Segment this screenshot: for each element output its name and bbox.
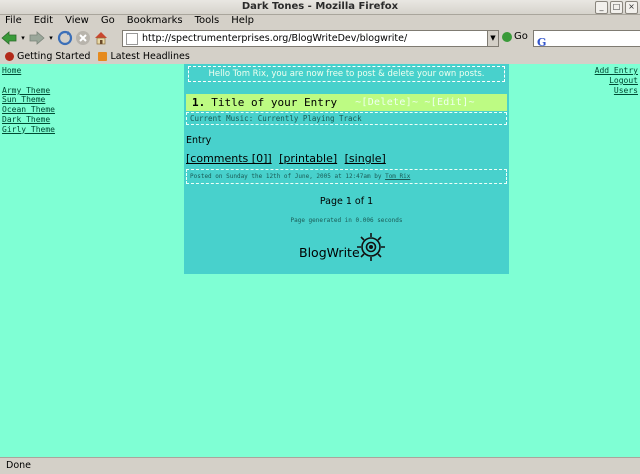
printable-link[interactable]: [printable] bbox=[279, 152, 337, 165]
home-link[interactable]: Home bbox=[2, 66, 55, 76]
reload-icon[interactable] bbox=[56, 29, 74, 47]
menu-bar: File Edit View Go Bookmarks Tools Help bbox=[0, 14, 640, 28]
sun-theme-link[interactable]: Sun Theme bbox=[2, 95, 55, 105]
go-icon bbox=[502, 31, 512, 42]
menu-tools[interactable]: Tools bbox=[195, 14, 220, 28]
logout-link[interactable]: Logout bbox=[595, 76, 638, 86]
stop-icon[interactable] bbox=[74, 29, 92, 47]
window-title: Dark Tones - Mozilla Firefox bbox=[241, 1, 399, 12]
pagination: Page 1 of 1 bbox=[319, 196, 374, 207]
maximize-icon[interactable]: □ bbox=[610, 1, 623, 14]
minimize-icon[interactable]: _ bbox=[595, 1, 608, 14]
status-bar: Done bbox=[0, 457, 640, 474]
entry-body: Entry bbox=[186, 135, 212, 146]
bookmark-label: Getting Started bbox=[17, 50, 91, 62]
menu-edit[interactable]: Edit bbox=[34, 14, 53, 28]
page-content: Home Army Theme Sun Theme Ocean Theme Da… bbox=[0, 64, 640, 457]
url-text: http://spectrumenterprises.org/BlogWrite… bbox=[142, 33, 408, 44]
menu-go[interactable]: Go bbox=[101, 14, 115, 28]
back-dropdown-icon[interactable]: ▾ bbox=[18, 29, 28, 47]
entry-title-bar: 1. Title of your Entry ~[Delete]~ ~[Edit… bbox=[186, 94, 507, 111]
forward-icon[interactable] bbox=[28, 29, 46, 47]
bookmark-latest-headlines[interactable]: Latest Headlines bbox=[98, 50, 190, 62]
page-icon bbox=[126, 32, 138, 45]
firefox-bookmark-icon bbox=[5, 51, 14, 61]
blogwrite-logo: BlogWrite bbox=[299, 233, 386, 262]
go-button[interactable]: Go bbox=[502, 31, 528, 42]
entry-number: 1. bbox=[192, 96, 206, 109]
army-theme-link[interactable]: Army Theme bbox=[2, 86, 55, 96]
edit-link[interactable]: ~[Edit]~ bbox=[424, 97, 475, 108]
add-entry-link[interactable]: Add Entry bbox=[595, 66, 638, 76]
comments-link[interactable]: [comments [0]] bbox=[186, 152, 272, 165]
bookmark-getting-started[interactable]: Getting Started bbox=[5, 51, 90, 62]
delete-link[interactable]: ~[Delete]~ bbox=[355, 97, 418, 108]
menu-file[interactable]: File bbox=[5, 14, 22, 28]
status-text: Done bbox=[6, 460, 31, 471]
forward-dropdown-icon[interactable]: ▾ bbox=[46, 29, 56, 47]
generation-time: Page generated in 0.006 seconds bbox=[290, 217, 403, 224]
blog-main-column: Hello Tom Rix, you are now free to post … bbox=[184, 64, 509, 274]
entry-links: [comments [0]] [printable] [single] bbox=[186, 152, 509, 165]
current-music: Current Music: Currently Playing Track bbox=[186, 112, 507, 125]
single-link[interactable]: [single] bbox=[345, 152, 386, 165]
girly-theme-link[interactable]: Girly Theme bbox=[2, 125, 55, 135]
gear-logo-icon bbox=[356, 233, 385, 261]
posted-info: Posted on Sunday the 12th of June, 2005 … bbox=[186, 169, 507, 184]
window-titlebar: Dark Tones - Mozilla Firefox _ □ × bbox=[0, 0, 640, 15]
welcome-message: Hello Tom Rix, you are now free to post … bbox=[188, 66, 505, 82]
menu-bookmarks[interactable]: Bookmarks bbox=[127, 14, 183, 28]
back-icon[interactable] bbox=[0, 29, 18, 47]
author-link[interactable]: Tom Rix bbox=[385, 173, 410, 180]
entry-title: Title of your Entry bbox=[211, 96, 338, 109]
logo-text: BlogWrite bbox=[299, 244, 360, 260]
dark-theme-link[interactable]: Dark Theme bbox=[2, 115, 55, 125]
rss-feed-icon bbox=[98, 51, 108, 61]
ocean-theme-link[interactable]: Ocean Theme bbox=[2, 105, 55, 115]
home-icon[interactable] bbox=[92, 29, 110, 47]
url-bar[interactable]: http://spectrumenterprises.org/BlogWrite… bbox=[122, 30, 499, 47]
right-navigation: Add Entry Logout Users bbox=[595, 66, 638, 96]
left-navigation: Home Army Theme Sun Theme Ocean Theme Da… bbox=[2, 66, 55, 134]
posted-text: Posted on Sunday the 12th of June, 2005 … bbox=[190, 173, 382, 180]
url-dropdown-icon[interactable]: ▼ bbox=[487, 31, 498, 46]
close-icon[interactable]: × bbox=[625, 1, 638, 14]
menu-help[interactable]: Help bbox=[231, 14, 254, 28]
go-label: Go bbox=[514, 31, 528, 42]
search-input[interactable]: G bbox=[533, 30, 640, 49]
users-link[interactable]: Users bbox=[595, 86, 638, 96]
bookmark-label: Latest Headlines bbox=[110, 50, 190, 62]
menu-view[interactable]: View bbox=[65, 14, 89, 28]
bookmarks-toolbar: Getting Started Latest Headlines bbox=[0, 48, 640, 64]
